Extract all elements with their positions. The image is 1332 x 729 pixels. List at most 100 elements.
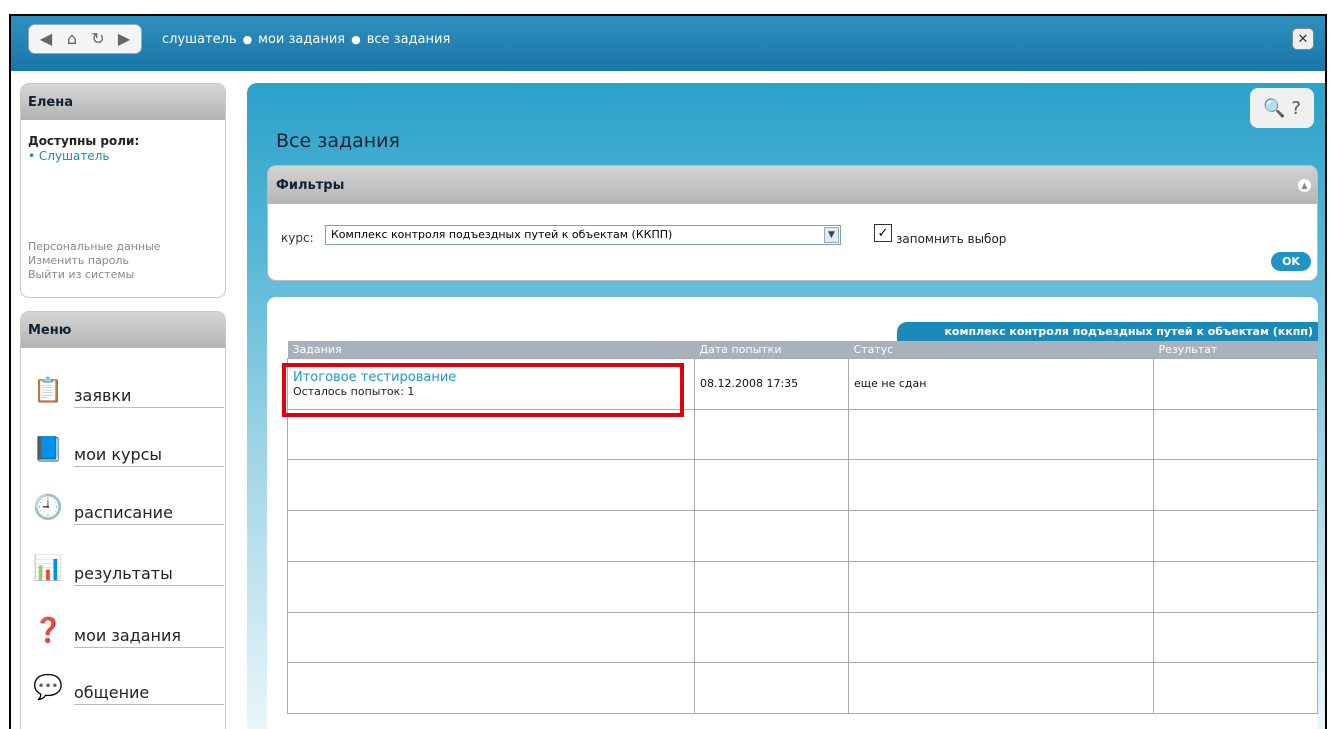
column-header-date[interactable]: Дата попытки (694, 341, 849, 359)
date-cell: 08.12.2008 17:35 (694, 358, 849, 410)
roles-title: Доступны роли: (28, 134, 140, 148)
filters-title: Фильтры (268, 166, 1317, 204)
empty-cell (287, 510, 695, 562)
table-row (287, 662, 1318, 714)
status-cell: еще не сдан (848, 358, 1154, 410)
empty-cell (848, 560, 1154, 613)
forward-arrow-icon[interactable]: ▶ (113, 28, 135, 50)
ok-button[interactable]: OK (1271, 252, 1311, 271)
course-tab[interactable]: комплекс контроля подъездных путей к объ… (897, 322, 1318, 341)
empty-cell (1153, 560, 1318, 613)
change-password-link[interactable]: Изменить пароль (28, 254, 161, 268)
empty-cell (694, 408, 849, 461)
menu-item-label: мои задания (74, 626, 224, 648)
empty-cell (694, 510, 849, 562)
table-header: Задания Дата попытки Статус Результат (287, 341, 1318, 359)
table-row (287, 459, 1318, 512)
refresh-icon[interactable]: ↻ (87, 28, 109, 50)
empty-cell (287, 560, 695, 613)
breadcrumb-all-tasks[interactable]: все задания (367, 32, 451, 47)
remember-checkbox[interactable]: ✓ (874, 224, 892, 242)
task-link[interactable]: Итоговое тестирование (293, 370, 694, 385)
course-label: курс: (281, 231, 314, 245)
menu-item-results[interactable]: 📊 результаты (30, 546, 224, 586)
page-title: Все задания (276, 130, 400, 152)
menu-item-label: общение (74, 683, 224, 705)
main-content: 🔍 ? Все задания Фильтры ▲ курс: Комплекс… (247, 83, 1325, 729)
empty-cell (694, 611, 849, 664)
empty-cell (1153, 611, 1318, 664)
breadcrumb: слушатель ● мои задания ● все задания (162, 32, 450, 47)
empty-cell (694, 662, 849, 714)
menu-item-label: расписание (74, 503, 224, 525)
user-panel: Елена Доступны роли: • Слушатель Персона… (20, 83, 226, 298)
breadcrumb-my-tasks[interactable]: мои задания (258, 32, 345, 47)
table-row (287, 611, 1318, 664)
empty-cell (287, 459, 695, 512)
menu-item-courses[interactable]: 📘 мои курсы (30, 427, 224, 467)
empty-cell (1153, 510, 1318, 562)
results-icon: 📊 (33, 554, 63, 582)
top-bar: ◀ ⌂ ↻ ▶ слушатель ● мои задания ● все за… (11, 16, 1325, 71)
home-icon[interactable]: ⌂ (61, 28, 83, 50)
empty-cell (848, 510, 1154, 562)
breadcrumb-separator: ● (351, 33, 361, 46)
chat-icon: 💬 (33, 673, 63, 701)
personal-data-link[interactable]: Персональные данные (28, 240, 161, 254)
app-window: ◀ ⌂ ↻ ▶ слушатель ● мои задания ● все за… (9, 14, 1327, 729)
empty-cell (848, 459, 1154, 512)
preview-icon[interactable]: 🔍 (1263, 98, 1285, 119)
empty-cell (848, 662, 1154, 714)
logout-link[interactable]: Выйти из системы (28, 268, 161, 282)
table-row (287, 510, 1318, 562)
collapse-icon[interactable]: ▲ (1298, 179, 1311, 192)
empty-cell (1153, 459, 1318, 512)
menu-item-label: заявки (74, 386, 224, 408)
menu-item-schedule[interactable]: 🕘 расписание (30, 485, 224, 525)
course-select[interactable]: Комплекс контроля подъездных путей к объ… (325, 225, 841, 245)
results-panel: комплекс контроля подъездных путей к объ… (267, 297, 1318, 729)
empty-cell (848, 611, 1154, 664)
menu-panel: Меню 📋 заявки 📘 мои курсы 🕘 расписание 📊… (20, 311, 226, 729)
empty-cell (1153, 408, 1318, 461)
chevron-down-icon[interactable]: ▼ (824, 227, 839, 243)
user-name: Елена (21, 84, 225, 120)
table-row: Итоговое тестирование Осталось попыток: … (287, 358, 1318, 410)
course-select-value: Комплекс контроля подъездных путей к объ… (331, 228, 673, 241)
schedule-icon: 🕘 (33, 493, 63, 521)
table-row (287, 560, 1318, 613)
navigation-buttons: ◀ ⌂ ↻ ▶ (28, 24, 142, 54)
close-icon[interactable]: ✕ (1292, 28, 1314, 50)
empty-cell (1153, 662, 1318, 714)
empty-cell (694, 459, 849, 512)
breadcrumb-separator: ● (242, 33, 253, 46)
back-arrow-icon[interactable]: ◀ (35, 28, 57, 50)
menu-item-label: результаты (74, 564, 224, 586)
requests-icon: 📋 (33, 376, 63, 404)
empty-cell (848, 408, 1154, 461)
menu-item-requests[interactable]: 📋 заявки (30, 368, 224, 408)
menu-item-tasks[interactable]: ❓ мои задания (30, 608, 224, 648)
empty-cell (287, 408, 695, 461)
empty-cell (287, 662, 695, 714)
menu-item-chat[interactable]: 💬 общение (30, 665, 224, 705)
attempts-left: Осталось попыток: 1 (293, 384, 415, 398)
help-icon[interactable]: ? (1291, 98, 1301, 119)
breadcrumb-listener[interactable]: слушатель (162, 32, 237, 47)
courses-icon: 📘 (33, 435, 63, 463)
empty-cell (694, 560, 849, 613)
role-item-label: Слушатель (38, 149, 110, 163)
remember-label: запомнить выбор (896, 232, 1007, 246)
column-header-status[interactable]: Статус (848, 341, 1154, 359)
page-tools: 🔍 ? (1250, 88, 1314, 128)
column-header-result[interactable]: Результат (1153, 341, 1318, 359)
task-cell: Итоговое тестирование Осталось попыток: … (287, 358, 695, 410)
menu-item-label: мои курсы (74, 445, 224, 467)
column-header-tasks[interactable]: Задания (287, 341, 695, 359)
menu-title: Меню (21, 312, 225, 348)
role-item[interactable]: • Слушатель (28, 149, 225, 163)
filters-panel: Фильтры ▲ курс: Комплекс контроля подъез… (267, 165, 1318, 281)
table-row (287, 408, 1318, 461)
empty-cell (287, 611, 695, 664)
result-cell (1153, 358, 1318, 410)
